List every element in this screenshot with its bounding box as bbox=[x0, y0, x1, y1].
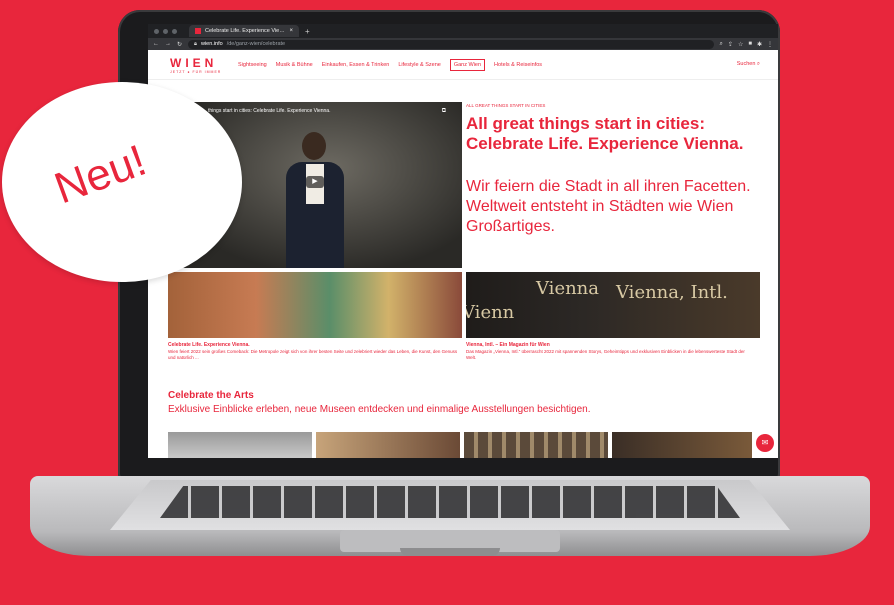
back-icon[interactable]: ← bbox=[153, 41, 159, 47]
video-title: things start in cities: Celebrate Life. … bbox=[208, 108, 331, 114]
section-subtitle: Exklusive Einblicke erleben, neue Museen… bbox=[168, 404, 591, 415]
magazine-cover-word: Vienna, Intl. bbox=[616, 282, 728, 303]
keyboard-keys bbox=[160, 486, 740, 518]
reload-icon[interactable]: ↻ bbox=[177, 41, 182, 48]
nav-item-hotels[interactable]: Hotels & Reiseinfos bbox=[494, 62, 542, 68]
card-title[interactable]: Celebrate Life. Experience Vienna. bbox=[168, 342, 250, 348]
copy-link-icon[interactable]: ⧉ bbox=[442, 108, 446, 115]
hero-title: All great things start in cities: Celebr… bbox=[466, 114, 744, 153]
nav-item-ganz-wien[interactable]: Ganz Wien bbox=[449, 58, 486, 71]
url-host: wien.info bbox=[200, 41, 223, 47]
nav-item-sightseeing[interactable]: Sightseeing bbox=[238, 62, 267, 68]
search-icon: ⌕ bbox=[756, 61, 760, 67]
nav-item-einkaufen[interactable]: Einkaufen, Essen & Trinken bbox=[322, 62, 390, 68]
site-header: WIEN JETZT ● FÜR IMMER Sightseeing Musik… bbox=[148, 50, 778, 80]
new-tab-icon[interactable]: + bbox=[305, 27, 310, 36]
card-image-magazine[interactable]: Vienn Vienna Vienna, Intl. bbox=[466, 272, 760, 338]
main-nav: Sightseeing Musik & Bühne Einkaufen, Ess… bbox=[238, 58, 542, 71]
card-image-celebrate[interactable] bbox=[168, 272, 462, 338]
address-bar[interactable]: 🔒︎ wien.info/de/ganz-wien/celebrate bbox=[188, 39, 714, 49]
base-notch bbox=[400, 548, 500, 556]
zoom-icon[interactable]: ⌕ bbox=[720, 41, 723, 48]
site-logo[interactable]: WIEN JETZT ● FÜR IMMER bbox=[148, 56, 238, 74]
search-button[interactable]: Suchen ⌕ bbox=[737, 61, 778, 68]
hero-subtitle: Wir feiern die Stadt in all ihren Facett… bbox=[466, 178, 751, 235]
card-title[interactable]: Vienna, Intl. – Ein Magazin für Wien bbox=[466, 342, 550, 348]
browser-tabbar: Celebrate Life. Experience Vie… × + bbox=[148, 24, 778, 38]
hero-eyebrow: ALL GREAT THINGS START IN CITIES bbox=[466, 103, 546, 108]
arts-thumbnails bbox=[168, 432, 752, 458]
extension-icon[interactable]: ■ bbox=[748, 41, 752, 48]
puzzle-icon[interactable]: ✱ bbox=[757, 41, 762, 48]
thumbnail[interactable] bbox=[168, 432, 312, 458]
forward-icon[interactable]: → bbox=[165, 41, 171, 47]
card-text: Wien feiert 2022 sein großes Comeback: D… bbox=[168, 349, 458, 360]
toolbar-icons: ⌕ ⇪ ☆ ■ ✱ ⋮ bbox=[720, 41, 773, 48]
window-controls[interactable] bbox=[148, 28, 177, 34]
url-path: /de/ganz-wien/celebrate bbox=[226, 41, 286, 47]
nav-item-musik[interactable]: Musik & Bühne bbox=[276, 62, 313, 68]
logo-tagline: JETZT ● FÜR IMMER bbox=[170, 69, 222, 74]
lock-icon: 🔒︎ bbox=[194, 40, 197, 47]
laptop-screen: Celebrate Life. Experience Vie… × + ← → … bbox=[148, 24, 778, 458]
thumbnail[interactable] bbox=[316, 432, 460, 458]
share-icon[interactable]: ⇪ bbox=[728, 41, 733, 48]
thumbnail[interactable] bbox=[612, 432, 752, 458]
browser-toolbar: ← → ↻ 🔒︎ wien.info/de/ganz-wien/celebrat… bbox=[148, 38, 778, 50]
favicon-icon bbox=[195, 28, 201, 34]
magazine-cover-word: Vienn bbox=[466, 302, 515, 323]
card-text: Das Magazin „Vienna, Intl.“ überrascht 2… bbox=[466, 349, 745, 360]
video-person bbox=[280, 132, 350, 268]
search-label: Suchen bbox=[736, 61, 756, 67]
menu-icon[interactable]: ⋮ bbox=[767, 41, 773, 48]
thumbnail[interactable] bbox=[464, 432, 608, 458]
logo-wordmark: WIEN bbox=[170, 55, 218, 70]
tab-title: Celebrate Life. Experience Vie… bbox=[205, 28, 285, 34]
chat-icon[interactable]: ✉ bbox=[756, 434, 774, 452]
nav-item-lifestyle[interactable]: Lifestyle & Szene bbox=[398, 62, 441, 68]
section-title: Celebrate the Arts bbox=[168, 390, 254, 401]
magazine-cover-word: Vienna bbox=[536, 278, 600, 299]
browser-tab[interactable]: Celebrate Life. Experience Vie… × bbox=[189, 25, 299, 37]
star-icon[interactable]: ☆ bbox=[738, 41, 743, 48]
close-icon[interactable]: × bbox=[289, 28, 293, 34]
play-icon[interactable]: ▶ bbox=[306, 176, 324, 188]
